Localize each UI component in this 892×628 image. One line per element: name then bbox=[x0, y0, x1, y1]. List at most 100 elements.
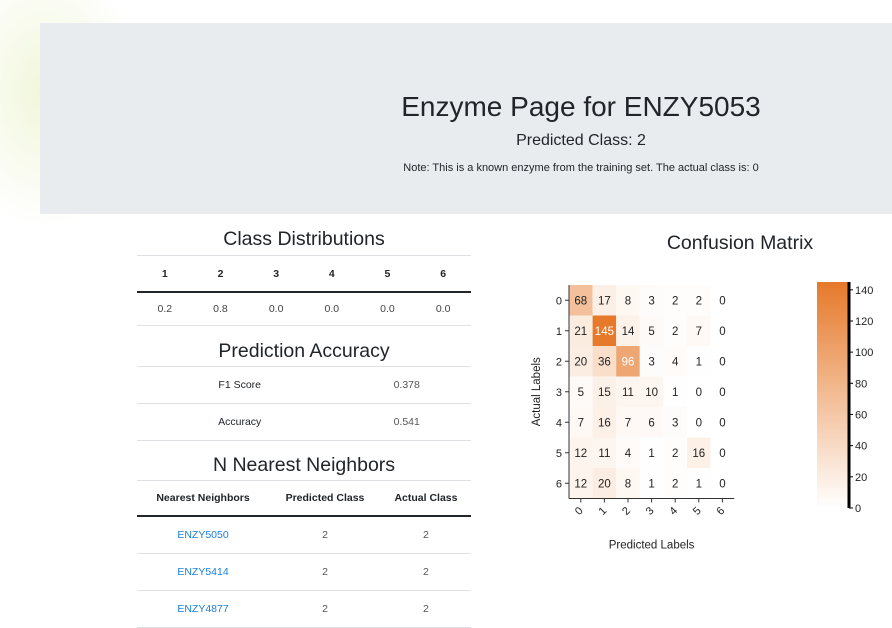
cm-cell-value: 5 bbox=[648, 326, 654, 338]
cm-cell-value: 20 bbox=[598, 478, 611, 490]
neighbor-cell: ENZY5414 bbox=[137, 553, 270, 591]
neighbors-column-header: Actual Class bbox=[380, 480, 471, 517]
neighbor-link-ENZY5050[interactable]: ENZY5050 bbox=[177, 529, 228, 541]
neighbor-predicted-class: 2 bbox=[269, 516, 381, 554]
metric-value: 0.378 bbox=[342, 366, 471, 404]
class-header-1: 1 bbox=[137, 255, 193, 293]
cm-cell-value: 0 bbox=[719, 295, 725, 307]
cm-cell-value: 16 bbox=[692, 448, 705, 460]
class-probability: 0.2 bbox=[137, 292, 193, 326]
class-probability: 0.0 bbox=[248, 292, 304, 326]
confusion-matrix-title: Confusion Matrix bbox=[666, 232, 814, 254]
y-axis-label: Actual Labels bbox=[531, 357, 543, 426]
cm-cell-value: 12 bbox=[574, 448, 587, 460]
x-tick-label: 1 bbox=[597, 505, 610, 518]
cm-cell-value: 20 bbox=[574, 356, 587, 368]
accuracy-row: Accuracy 0.541 bbox=[137, 403, 471, 441]
cm-cell-value: 2 bbox=[672, 295, 678, 307]
class-distributions-table: 123456 0.2 0.8 0.0 0.0 0.0 0.0 bbox=[137, 255, 471, 326]
x-tick-label: 4 bbox=[667, 505, 680, 518]
prediction-accuracy-title: Prediction Accuracy bbox=[218, 340, 390, 362]
cm-cell-value: 3 bbox=[672, 417, 678, 429]
y-tick-label: 2 bbox=[556, 356, 562, 368]
cm-cell-value: 0 bbox=[719, 356, 725, 368]
cm-cell-value: 17 bbox=[598, 295, 611, 307]
metric-value: 0.541 bbox=[342, 403, 471, 441]
cm-cell-value: 7 bbox=[625, 417, 631, 429]
colorbar-tick-label: 60 bbox=[855, 409, 867, 421]
x-tick-label: 5 bbox=[691, 505, 704, 518]
cm-cell-value: 0 bbox=[696, 417, 702, 429]
neighbor-link-ENZY4877[interactable]: ENZY4877 bbox=[177, 603, 228, 615]
cm-cell-value: 6 bbox=[648, 417, 654, 429]
neighbor-cell: ENZY4877 bbox=[137, 590, 270, 628]
cm-cell-value: 7 bbox=[696, 326, 702, 338]
class-header-5: 5 bbox=[359, 255, 416, 293]
cm-cell-value: 96 bbox=[622, 356, 635, 368]
y-tick-label: 3 bbox=[556, 387, 562, 399]
cm-cell-value: 1 bbox=[696, 478, 702, 490]
metric-label: F1 Score bbox=[137, 366, 343, 404]
nearest-neighbors-title: N Nearest Neighbors bbox=[212, 454, 396, 476]
cm-cell-value: 4 bbox=[625, 448, 632, 460]
colorbar-tick-label: 20 bbox=[855, 472, 867, 484]
class-distributions-title: Class Distributions bbox=[223, 228, 385, 250]
y-tick-label: 6 bbox=[556, 478, 562, 490]
neighbor-actual-class: 2 bbox=[380, 590, 471, 628]
y-tick-label: 4 bbox=[556, 417, 562, 429]
cm-cell-value: 2 bbox=[672, 478, 678, 490]
cm-cell-value: 10 bbox=[645, 387, 658, 399]
cm-cell-value: 0 bbox=[719, 417, 725, 429]
metric-label: Accuracy bbox=[137, 403, 343, 441]
neighbor-row: ENZY5414 2 2 bbox=[137, 553, 471, 591]
predicted-class: Predicted Class: 2 bbox=[516, 132, 646, 149]
x-tick-label: 0 bbox=[573, 505, 586, 518]
cm-cell-value: 36 bbox=[598, 356, 611, 368]
cm-cell-value: 0 bbox=[719, 326, 725, 338]
colorbar-tick-label: 120 bbox=[855, 316, 873, 328]
class-header-2: 2 bbox=[192, 255, 249, 293]
colorbar bbox=[817, 282, 848, 508]
page-header: Enzyme Page for ENZY5053 Predicted Class… bbox=[40, 23, 892, 214]
cm-cell-value: 2 bbox=[672, 448, 678, 460]
cm-cell-value: 1 bbox=[696, 356, 702, 368]
cm-cell-value: 2 bbox=[696, 295, 702, 307]
neighbor-cell: ENZY5050 bbox=[137, 516, 270, 554]
neighbor-row: ENZY5050 2 2 bbox=[137, 516, 471, 554]
colorbar-tick-label: 40 bbox=[855, 441, 867, 453]
confusion-matrix-chart: 68 17 8 3 2 2 021 145 14 5 2 7 020 36 96 3 4 1 05 15 11 10 1 0 0… bbox=[531, 282, 873, 552]
class-probability: 0.0 bbox=[359, 292, 416, 326]
prediction-accuracy-table: F1 Score 0.378 Accuracy 0.541 bbox=[137, 366, 471, 441]
cm-cell-value: 12 bbox=[574, 478, 587, 490]
cm-cell-value: 4 bbox=[672, 356, 679, 368]
cm-cell-value: 145 bbox=[595, 326, 614, 338]
cm-cell-value: 15 bbox=[598, 387, 611, 399]
x-tick-label: 2 bbox=[620, 505, 633, 518]
cm-cell-value: 14 bbox=[622, 326, 635, 338]
page-title: Enzyme Page for ENZY5053 bbox=[401, 91, 761, 122]
nearest-neighbors-table: Nearest Neighbors Predicted Class Actual C… bbox=[137, 480, 471, 628]
x-tick-label: 3 bbox=[644, 505, 657, 518]
x-axis-label: Predicted Labels bbox=[609, 540, 695, 552]
class-probability: 0.0 bbox=[303, 292, 360, 326]
accuracy-row: F1 Score 0.378 bbox=[137, 366, 471, 404]
colorbar-tick-label: 0 bbox=[855, 503, 861, 515]
cm-cell-value: 21 bbox=[574, 326, 587, 338]
class-header-3: 3 bbox=[248, 255, 304, 293]
cm-cell-value: 16 bbox=[598, 417, 611, 429]
neighbor-row: ENZY4877 2 2 bbox=[137, 590, 471, 628]
cm-cell-value: 2 bbox=[672, 326, 678, 338]
neighbor-predicted-class: 2 bbox=[269, 590, 381, 628]
class-probability: 0.8 bbox=[192, 292, 249, 326]
neighbor-predicted-class: 2 bbox=[269, 553, 381, 591]
cm-cell-value: 3 bbox=[648, 295, 654, 307]
cm-cell-value: 3 bbox=[648, 356, 654, 368]
neighbors-column-header: Nearest Neighbors bbox=[137, 480, 270, 517]
cm-cell-value: 8 bbox=[625, 295, 631, 307]
cm-cell-value: 0 bbox=[696, 387, 702, 399]
cm-cell-value: 8 bbox=[625, 478, 631, 490]
neighbor-actual-class: 2 bbox=[380, 516, 471, 554]
cm-cell-value: 11 bbox=[622, 387, 634, 399]
neighbor-link-ENZY5414[interactable]: ENZY5414 bbox=[177, 566, 228, 578]
class-probability: 0.0 bbox=[415, 292, 471, 326]
